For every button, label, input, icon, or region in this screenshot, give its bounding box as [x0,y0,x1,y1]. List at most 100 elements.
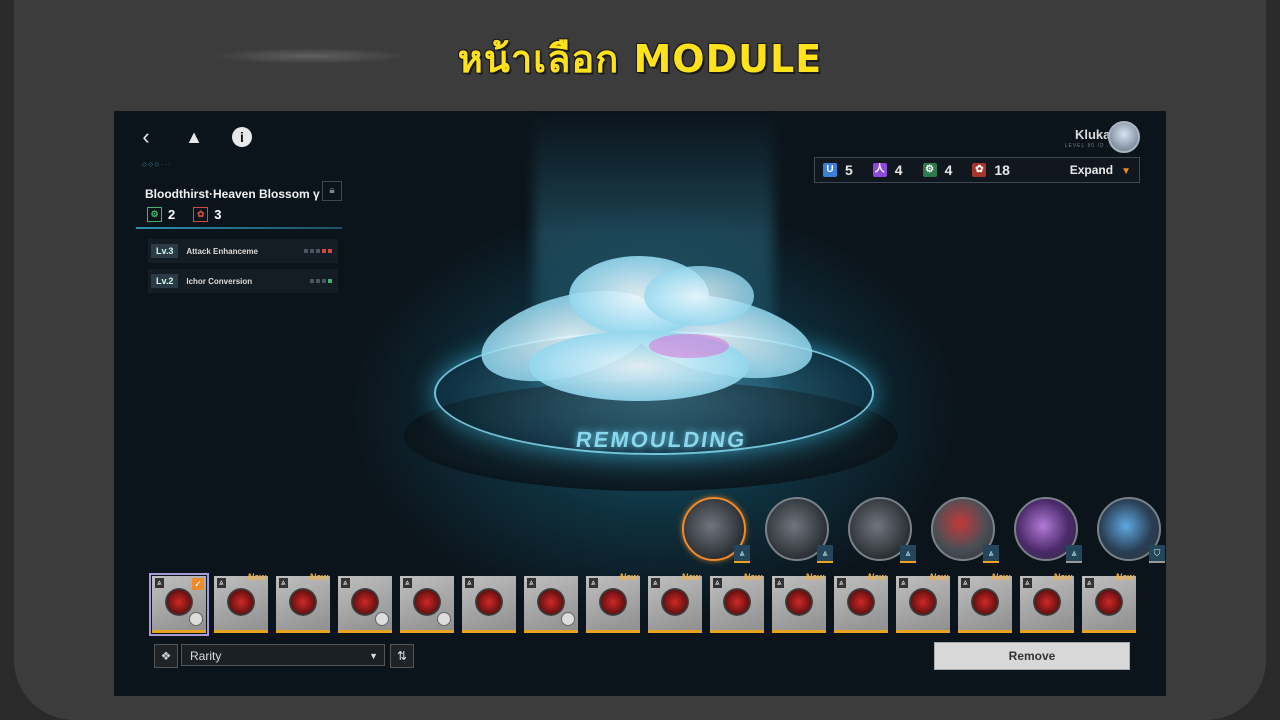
user-subtitle: LEVEL 80 ID ... [1064,143,1114,149]
rarity-icon: ⩓ [279,578,288,588]
inventory-tile[interactable]: ⩓ New [710,572,764,633]
rarity-icon: ⩓ [527,578,536,588]
sort-order-icon: ⇅ [396,649,408,663]
new-badge: New [991,572,1010,582]
module-name: Bloodthirst·Heaven Blossom γ [145,187,320,201]
expand-button[interactable]: Expand ▼ [1070,163,1131,177]
equipped-slot[interactable]: ⩓ [682,497,750,563]
filter-icon: ❖ [160,649,172,663]
divider [136,227,342,229]
effect-level: Lv.3 [151,244,179,258]
triangle-down-icon: ▼ [1121,166,1131,177]
sort-dropdown[interactable]: Rarity ▼ [181,644,385,666]
inventory-tile[interactable]: ⩓ New [276,572,330,633]
rarity-icon: ⩓ [734,545,750,563]
new-badge: New [681,572,700,582]
effect-row: Lv.3 Attack Enhanceme [148,239,338,263]
rarity-icon: ⩓ [465,578,474,588]
count-value: 18 [994,162,1010,178]
equipped-slot[interactable]: ⛉ [1097,497,1165,563]
rarity-icon: ⩓ [775,578,784,588]
inventory-tile[interactable]: ⩓ New [896,572,950,633]
rarity-icon: ⛉ [1149,545,1165,563]
equipped-avatar [189,612,203,626]
effect-row: Lv.2 Ichor Conversion [148,269,338,293]
effect-pips [310,279,332,283]
triangle-logo-icon[interactable]: ▲ [180,123,208,151]
stat-red-value: 3 [214,207,222,222]
back-button[interactable]: ‹ [132,123,160,151]
blue-shield-icon: U [823,163,837,177]
count-purple: 人4 [872,162,903,178]
green-gear-icon: ⚙ [922,163,937,177]
effect-level: Lv.2 [151,274,179,288]
sort-order-button[interactable]: ⇅ [390,644,414,668]
inventory-tile[interactable]: ⩓ New [1020,572,1074,633]
rarity-icon: ⩓ [341,578,350,588]
module-art [661,588,689,616]
module-count-bar: U5 人4 ⚙ 4 ✿ 18 Expand ▼ [814,157,1140,183]
inventory-tile[interactable]: ⩓ ✓ [149,573,209,636]
inventory-tile[interactable]: ⩓ New [648,572,702,633]
inventory-tile[interactable]: ⩓ New [214,572,268,633]
module-art [289,588,317,616]
module-stats: ⚙ 2 ✿ 3 [147,207,221,222]
inventory-tile[interactable]: ⩓ [462,576,516,633]
green-gear-icon: ⚙ [147,207,162,222]
inventory-tile[interactable]: ⩓ New [772,572,826,633]
inventory-tile[interactable]: ⩓ New [586,572,640,633]
inventory-tile[interactable]: ⩓ New [958,572,1012,633]
module-art [847,588,875,616]
equipped-slot[interactable]: ⩓ [848,497,916,563]
filter-button[interactable]: ❖ [154,644,178,668]
purple-tower-icon: 人 [872,163,887,177]
rarity-icon: ⩓ [983,545,999,563]
module-art [1095,588,1123,616]
module-art [1033,588,1061,616]
red-blossom-icon: ✿ [193,207,209,222]
inventory-tile[interactable]: ⩓ [400,576,454,633]
module-art [537,588,565,616]
effect-name: Ichor Conversion [186,276,253,286]
inventory-list: ⩓ ✓ ⩓ New ⩓ New ⩓ ⩓ ⩓ ⩓ ⩓ New ⩓ New ⩓ New ⩓ New… [149,572,1136,636]
inventory-tile[interactable]: ⩓ [524,576,578,633]
panel-header-decoration: ◇ ◇ ◇ · · · [142,162,171,168]
hologram-flower [481,256,813,401]
new-badge: New [867,572,886,582]
new-badge: New [309,572,328,582]
equipped-avatar [375,612,389,626]
rarity-icon: ⩓ [1085,578,1094,588]
rarity-icon: ⩓ [155,578,164,588]
rarity-icon: ⩓ [900,545,916,563]
caret-down-icon: ▼ [369,651,378,661]
new-badge: New [929,572,948,582]
module-art [475,588,503,616]
module-art [723,588,751,616]
inventory-tile[interactable]: ⩓ [338,576,392,633]
new-badge: New [1053,572,1072,582]
equipped-slot[interactable]: ⩓ [1014,497,1082,563]
module-art [909,588,937,616]
effect-name: Attack Enhanceme [186,246,258,256]
equipped-slots: ⩓ ⩓ ⩓ ⩓ ⩓ ⛉ [682,497,1165,563]
equipped-avatar [437,612,451,626]
info-icon[interactable]: i [228,123,256,151]
count-green: ⚙ 4 [922,162,952,178]
equipped-slot[interactable]: ⩓ [765,497,833,563]
lock-icon[interactable]: 🔒︎ [322,181,342,201]
red-blossom-icon: ✿ [972,163,987,177]
module-art [785,588,813,616]
rarity-icon: ⩓ [589,578,598,588]
module-art [971,588,999,616]
new-badge: New [247,572,266,582]
inventory-tile[interactable]: ⩓ New [1082,572,1136,633]
equipped-slot[interactable]: ⩓ [931,497,999,563]
remove-button[interactable]: Remove [934,642,1130,670]
new-badge: New [805,572,824,582]
rarity-icon: ⩓ [817,545,833,563]
avatar[interactable] [1108,121,1140,153]
equipped-avatar [561,612,575,626]
count-value: 4 [894,162,903,178]
inventory-tile[interactable]: ⩓ New [834,572,888,633]
rarity-icon: ⩓ [1066,545,1082,563]
